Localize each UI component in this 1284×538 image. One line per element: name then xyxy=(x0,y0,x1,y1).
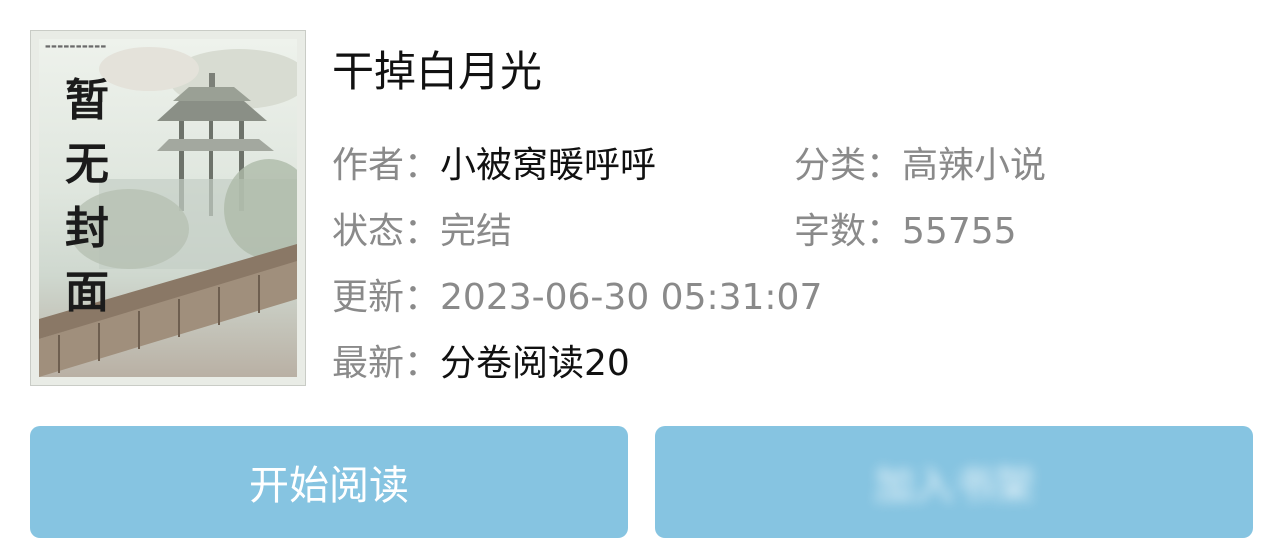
author-link[interactable]: 小被窝暖呼呼 xyxy=(440,145,656,186)
latest-row: 最新：分卷阅读20 xyxy=(332,342,630,386)
author-row: 作者：小被窝暖呼呼 xyxy=(332,144,656,188)
latest-label: 最新： xyxy=(332,343,441,384)
cover-char: 面 xyxy=(65,267,109,318)
status-row: 状态：完结 xyxy=(332,210,512,254)
category-link[interactable]: 高辣小说 xyxy=(902,145,1046,186)
status-value: 完结 xyxy=(440,211,513,252)
cover-art: ▬▬▬▬▬▬▬▬▬▬ 暂 无 封 面 xyxy=(39,39,297,377)
word-count-row: 字数：55755 xyxy=(794,210,1017,254)
category-label: 分类： xyxy=(794,145,903,186)
cover-caption: ▬▬▬▬▬▬▬▬▬▬ xyxy=(45,43,107,50)
cover-placeholder-text: 暂 无 封 面 xyxy=(57,69,117,325)
category-row: 分类：高辣小说 xyxy=(794,144,1046,188)
start-reading-button[interactable]: 开始阅读 xyxy=(30,426,628,538)
status-label: 状态： xyxy=(332,211,441,252)
word-count-value: 55755 xyxy=(902,211,1017,252)
updated-row: 更新：2023-06-30 05:31:07 xyxy=(332,276,822,320)
updated-value: 2023-06-30 05:31:07 xyxy=(440,277,823,318)
author-label: 作者： xyxy=(332,145,441,186)
cover-char: 封 xyxy=(65,203,109,254)
start-reading-label: 开始阅读 xyxy=(249,463,409,509)
latest-chapter-link[interactable]: 分卷阅读20 xyxy=(440,343,630,384)
book-title: 干掉白月光 xyxy=(332,47,543,96)
add-to-shelf-label: 加入书架 xyxy=(874,463,1034,509)
cover-char: 暂 xyxy=(65,75,109,126)
add-to-shelf-button[interactable]: 加入书架 xyxy=(655,426,1253,538)
cover-char: 无 xyxy=(65,139,109,190)
updated-label: 更新： xyxy=(332,277,441,318)
book-cover[interactable]: ▬▬▬▬▬▬▬▬▬▬ 暂 无 封 面 xyxy=(30,30,306,386)
word-count-label: 字数： xyxy=(794,211,903,252)
